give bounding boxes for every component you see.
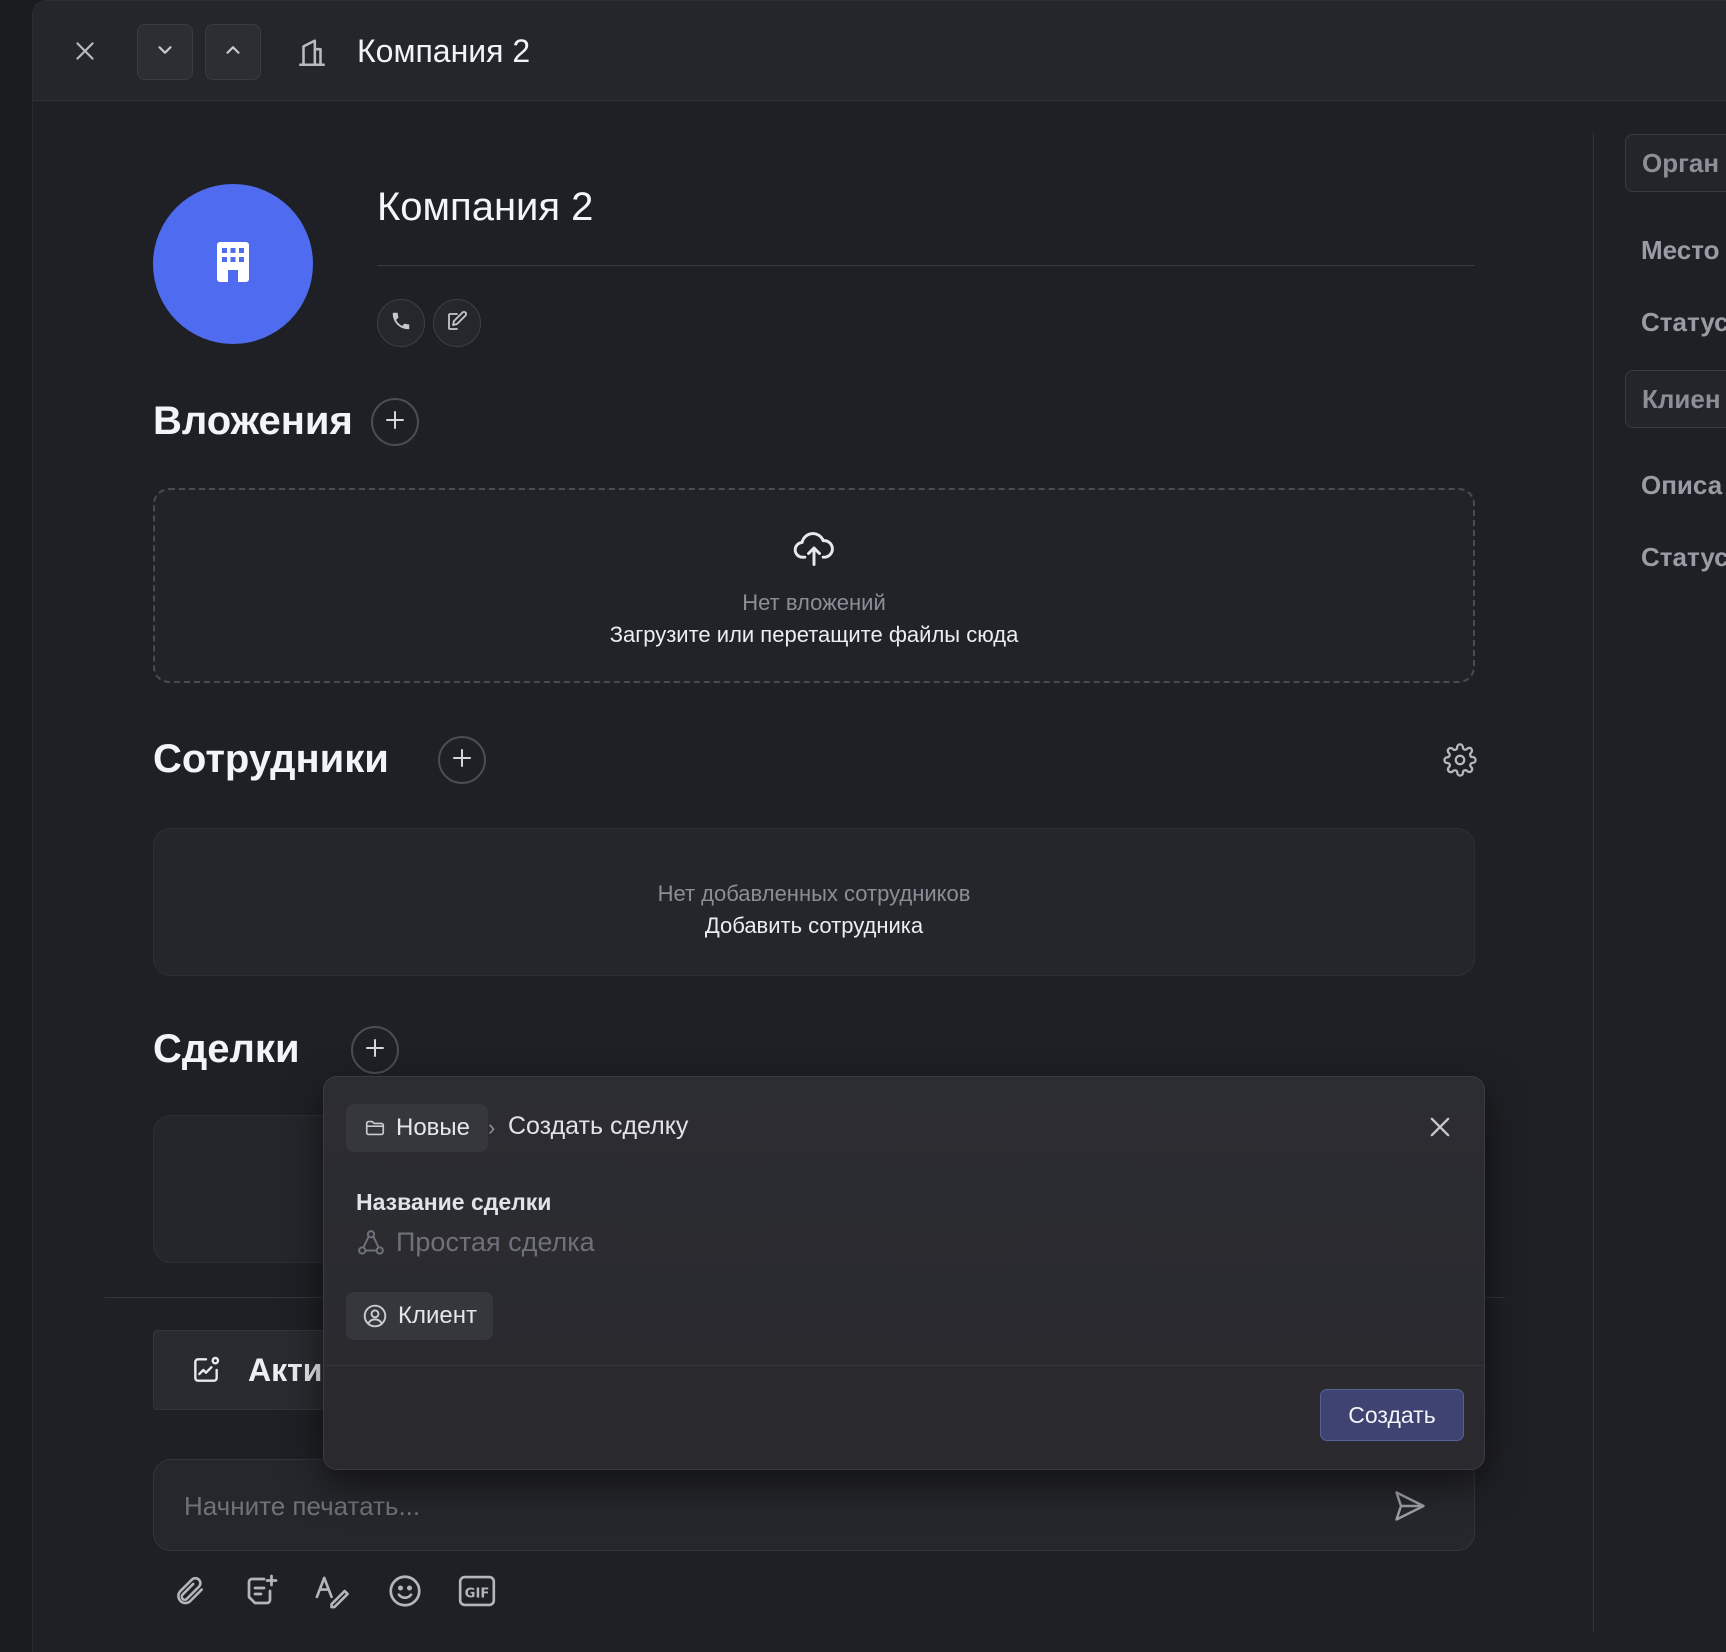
popup-footer-divider xyxy=(324,1365,1484,1366)
text-format-icon[interactable] xyxy=(311,1569,355,1613)
edit-icon xyxy=(445,309,469,338)
add-deal-button[interactable] xyxy=(351,1026,399,1074)
chevron-down-icon xyxy=(154,39,176,66)
sidebar-separator xyxy=(1593,133,1594,1633)
close-icon[interactable] xyxy=(67,33,103,69)
activity-icon xyxy=(190,1354,222,1386)
plus-icon xyxy=(450,746,474,775)
comment-input[interactable] xyxy=(184,1460,1334,1552)
pipeline-chip[interactable]: Новые xyxy=(346,1104,489,1152)
employees-empty-box: Нет добавленных сотрудников Добавить сот… xyxy=(153,828,1475,976)
pipeline-chip-label: Новые xyxy=(396,1114,471,1141)
record-panel: Компания 2 Компания 2 Вложения Нет вложе… xyxy=(32,0,1726,1652)
add-employee-button[interactable] xyxy=(438,736,486,784)
attach-icon[interactable] xyxy=(167,1569,211,1613)
next-record-button[interactable] xyxy=(137,24,193,80)
gif-icon[interactable]: GIF xyxy=(455,1569,499,1613)
company-name[interactable]: Компания 2 xyxy=(377,185,593,230)
attachments-title: Вложения xyxy=(153,399,353,443)
user-circle-icon xyxy=(362,1303,388,1329)
attachments-dropzone[interactable]: Нет вложений Загрузите или перетащите фа… xyxy=(153,488,1475,683)
plus-icon xyxy=(383,408,407,437)
svg-text:GIF: GIF xyxy=(465,1587,490,1602)
sidebar-label-status: Статус xyxy=(1641,307,1726,337)
employees-title: Сотрудники xyxy=(153,737,389,781)
company-avatar[interactable] xyxy=(153,184,313,344)
create-deal-button[interactable]: Создать xyxy=(1320,1389,1464,1441)
edit-button[interactable] xyxy=(433,299,481,347)
building-icon xyxy=(295,35,329,69)
sidebar-label-status-2: Статус xyxy=(1641,542,1726,572)
gear-icon[interactable] xyxy=(1443,743,1477,782)
deal-name-input[interactable] xyxy=(396,1227,1096,1258)
add-note-icon[interactable] xyxy=(239,1569,283,1613)
comment-composer xyxy=(153,1459,1475,1552)
sidebar-chip-organization[interactable]: Орган xyxy=(1625,134,1726,192)
emoji-icon[interactable] xyxy=(383,1569,427,1613)
building-icon xyxy=(215,240,251,289)
call-button[interactable] xyxy=(377,299,425,347)
deal-name-label: Название сделки xyxy=(356,1189,552,1215)
deals-title: Сделки xyxy=(153,1027,300,1071)
phone-icon xyxy=(390,310,412,337)
sidebar-label-description: Описа xyxy=(1641,470,1723,500)
client-chip[interactable]: Клиент xyxy=(346,1292,493,1340)
add-employee-link[interactable]: Добавить сотрудника xyxy=(154,913,1474,939)
breadcrumb-separator: › xyxy=(488,1115,496,1140)
send-icon[interactable] xyxy=(1392,1488,1428,1529)
plus-icon xyxy=(363,1036,387,1065)
create-deal-popup: Новые › Создать сделку Название сделки К… xyxy=(323,1076,1485,1470)
deal-name-field xyxy=(356,1227,1096,1258)
sidebar-label-location: Место xyxy=(1641,235,1720,265)
employees-empty-title: Нет добавленных сотрудников xyxy=(657,881,971,906)
previous-record-button[interactable] xyxy=(205,24,261,80)
breadcrumb: Создать сделку xyxy=(508,1112,689,1140)
client-chip-label: Клиент xyxy=(398,1302,477,1329)
attachments-upload-link[interactable]: Загрузите или перетащите файлы сюда xyxy=(155,622,1473,648)
top-bar: Компания 2 xyxy=(33,1,1726,101)
sidebar-chip-client[interactable]: Клиен xyxy=(1625,370,1726,428)
close-icon[interactable] xyxy=(1422,1109,1458,1145)
cloud-upload-icon xyxy=(792,526,836,575)
chevron-up-icon xyxy=(222,39,244,66)
folder-icon xyxy=(364,1117,386,1139)
add-attachment-button[interactable] xyxy=(371,398,419,446)
deal-icon xyxy=(356,1228,386,1258)
header-title: Компания 2 xyxy=(357,33,531,69)
title-divider xyxy=(377,265,1475,266)
attachments-empty-title: Нет вложений xyxy=(742,590,886,615)
tab-activity-label: Акти xyxy=(248,1351,323,1388)
